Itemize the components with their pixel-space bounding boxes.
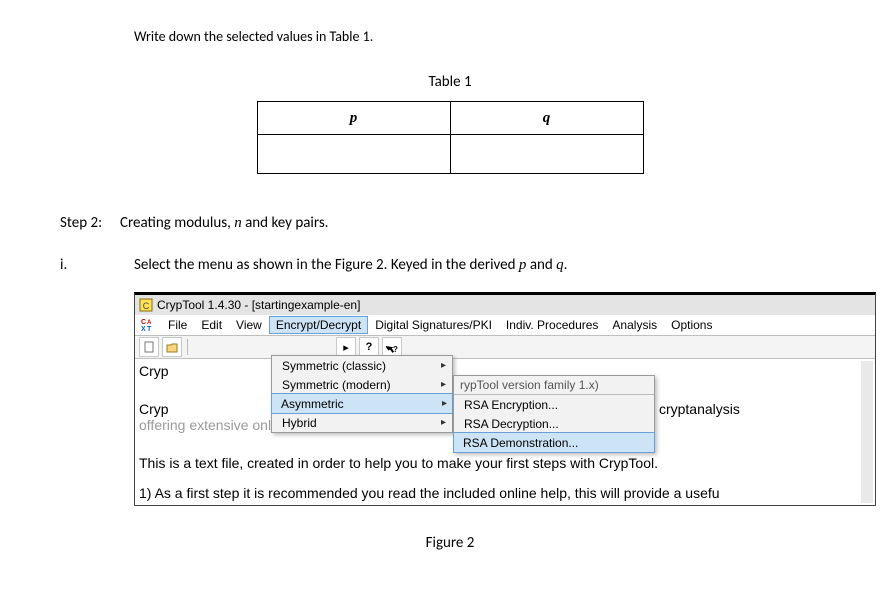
toolbar-separator	[187, 339, 188, 355]
toolbar-new-icon[interactable]	[139, 337, 159, 357]
submenu-rsa-decryption[interactable]: RSA Decryption...	[454, 414, 654, 433]
scrollbar-vertical[interactable]	[861, 361, 873, 503]
table1-caption: Table 1	[60, 73, 840, 91]
menu-analysis[interactable]: Analysis	[605, 316, 664, 334]
submenu-asymmetric-label: Asymmetric	[281, 397, 344, 411]
chevron-right-icon: ▸	[441, 379, 446, 390]
encrypt-decrypt-submenu: Symmetric (classic) ▸ Symmetric (modern)…	[271, 355, 453, 433]
sub-i-label: i.	[60, 256, 112, 274]
svg-text:X: X	[141, 326, 146, 332]
menu-options[interactable]: Options	[664, 316, 719, 334]
table1-value-p	[257, 135, 450, 174]
step2-text: Creating modulus, n and key pairs.	[120, 214, 328, 232]
step2-post: and key pairs.	[242, 214, 329, 232]
menu-indiv-procedures[interactable]: Indiv. Procedures	[499, 316, 606, 334]
chevron-right-icon: ▸	[442, 398, 447, 409]
figure2-caption: Figure 2	[60, 534, 840, 552]
mdi-bar: CAXT File Edit View Encrypt/Decrypt Digi…	[135, 315, 875, 336]
submenu-symmetric-classic[interactable]: Symmetric (classic) ▸	[272, 356, 452, 375]
doc-body-line2: 1) As a first step it is recommended you…	[135, 471, 875, 501]
doc-fragment-2a: Cryp	[139, 401, 169, 417]
submenu-hybrid-label: Hybrid	[282, 416, 317, 430]
sub-i-text: Select the menu as shown in the Figure 2…	[134, 256, 567, 274]
table1-value-q	[450, 135, 643, 174]
table1-header-q: q	[450, 102, 643, 135]
toolbar-whatsthis-icon[interactable]: ?	[382, 337, 402, 357]
svg-text:C: C	[141, 319, 146, 326]
chevron-right-icon: ▸	[441, 360, 446, 371]
submenu-rsa-encryption[interactable]: RSA Encryption...	[454, 395, 654, 414]
asymmetric-submenu-covered-text: rypTool version family 1.x)	[454, 376, 654, 395]
asymmetric-submenu: rypTool version family 1.x) RSA Encrypti…	[453, 375, 655, 453]
app-title: CrypTool 1.4.30 - [startingexample-en]	[157, 298, 360, 312]
sub-i-post: .	[564, 256, 568, 274]
step2-pre: Creating modulus,	[120, 214, 234, 232]
table1: p q	[257, 101, 644, 174]
submenu-rsa-demonstration[interactable]: RSA Demonstration...	[453, 432, 655, 453]
toolbar-run-icon[interactable]: ▸	[336, 337, 356, 357]
submenu-rsa-demonstration-label: RSA Demonstration...	[463, 436, 578, 450]
app-icon: C	[139, 298, 153, 312]
svg-text:C: C	[143, 301, 150, 311]
step2-row: Step 2: Creating modulus, n and key pair…	[60, 214, 840, 232]
doc-fragment-1: Cryp	[139, 363, 169, 379]
sub-i-q: q	[556, 257, 564, 273]
menubar: File Edit View Encrypt/Decrypt Digital S…	[161, 316, 719, 334]
toolbar: ▸ ? ?	[135, 336, 875, 359]
submenu-hybrid[interactable]: Hybrid ▸	[272, 413, 452, 432]
step2-label: Step 2:	[60, 214, 120, 232]
menu-edit[interactable]: Edit	[194, 316, 229, 334]
menu-encrypt-decrypt[interactable]: Encrypt/Decrypt	[269, 316, 368, 334]
instruction-text: Write down the selected values in Table …	[134, 28, 840, 45]
menu-view[interactable]: View	[229, 316, 269, 334]
toolbar-help-icon[interactable]: ?	[359, 337, 379, 357]
sub-i-pre: Select the menu as shown in the Figure 2…	[134, 256, 519, 274]
sub-i-and: and	[526, 256, 556, 274]
table1-header-p: p	[257, 102, 450, 135]
sub-i-row: i. Select the menu as shown in the Figur…	[60, 256, 840, 274]
chevron-right-icon: ▸	[441, 417, 446, 428]
svg-text:?: ?	[393, 345, 398, 353]
submenu-symmetric-classic-label: Symmetric (classic)	[282, 359, 386, 373]
app-titlebar: C CrypTool 1.4.30 - [startingexample-en]	[135, 295, 875, 315]
menu-file[interactable]: File	[161, 316, 194, 334]
submenu-symmetric-modern[interactable]: Symmetric (modern) ▸	[272, 375, 452, 394]
submenu-symmetric-modern-label: Symmetric (modern)	[282, 378, 391, 392]
step2-n: n	[234, 215, 242, 231]
menu-digital-signatures[interactable]: Digital Signatures/PKI	[368, 316, 499, 334]
toolbar-open-icon[interactable]	[162, 337, 182, 357]
svg-text:T: T	[147, 326, 152, 332]
doc-icon: CAXT	[141, 318, 155, 332]
submenu-rsa-decryption-label: RSA Decryption...	[464, 417, 559, 431]
submenu-asymmetric[interactable]: Asymmetric ▸	[271, 393, 453, 414]
submenu-rsa-encryption-label: RSA Encryption...	[464, 398, 558, 412]
cryptool-screenshot: C CrypTool 1.4.30 - [startingexample-en]…	[134, 292, 876, 506]
